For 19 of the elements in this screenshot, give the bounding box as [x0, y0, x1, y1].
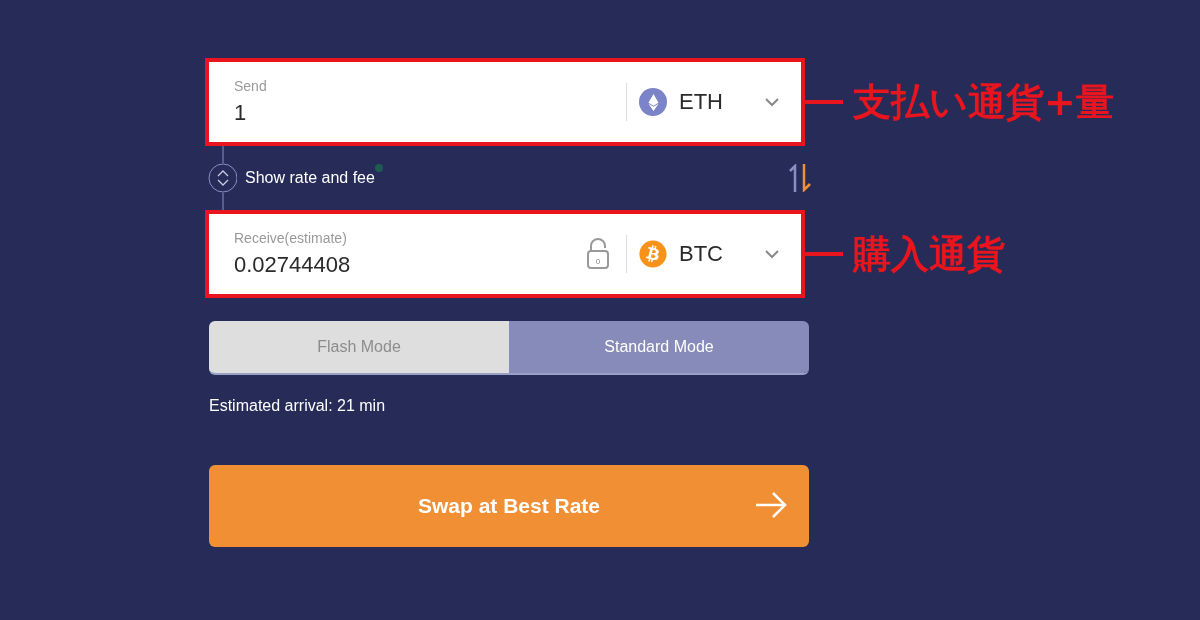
amount-input[interactable]: 0.02744408 [234, 252, 534, 278]
amount-field[interactable]: Send 1 ETH [205, 58, 805, 146]
amount-field[interactable]: Receive(estimate) 0.02744408 0 BTC [205, 210, 805, 298]
currency-select[interactable]: BTC [639, 240, 779, 268]
annotation-text: 購入通貨 [853, 230, 1005, 278]
chevron-down-icon [765, 97, 779, 107]
field-label: Receive(estimate) [234, 230, 348, 246]
notification-dot-icon [374, 164, 383, 172]
rate-toggle-link[interactable]: Show rate and fee [245, 169, 375, 187]
amount-input[interactable]: 1 [234, 100, 534, 126]
currency-select[interactable]: ETH [639, 88, 779, 116]
ethereum-icon [639, 88, 667, 116]
arrow-right-icon [755, 492, 787, 518]
field-label: Send [234, 78, 268, 94]
bitcoin-icon [639, 240, 667, 268]
arrival-text: Estimated arrival: 21 min [209, 397, 387, 415]
chevron-down-icon [765, 249, 779, 259]
connector-icon [205, 146, 237, 210]
annotation-text: 支払い通貨+量 [853, 78, 1114, 126]
